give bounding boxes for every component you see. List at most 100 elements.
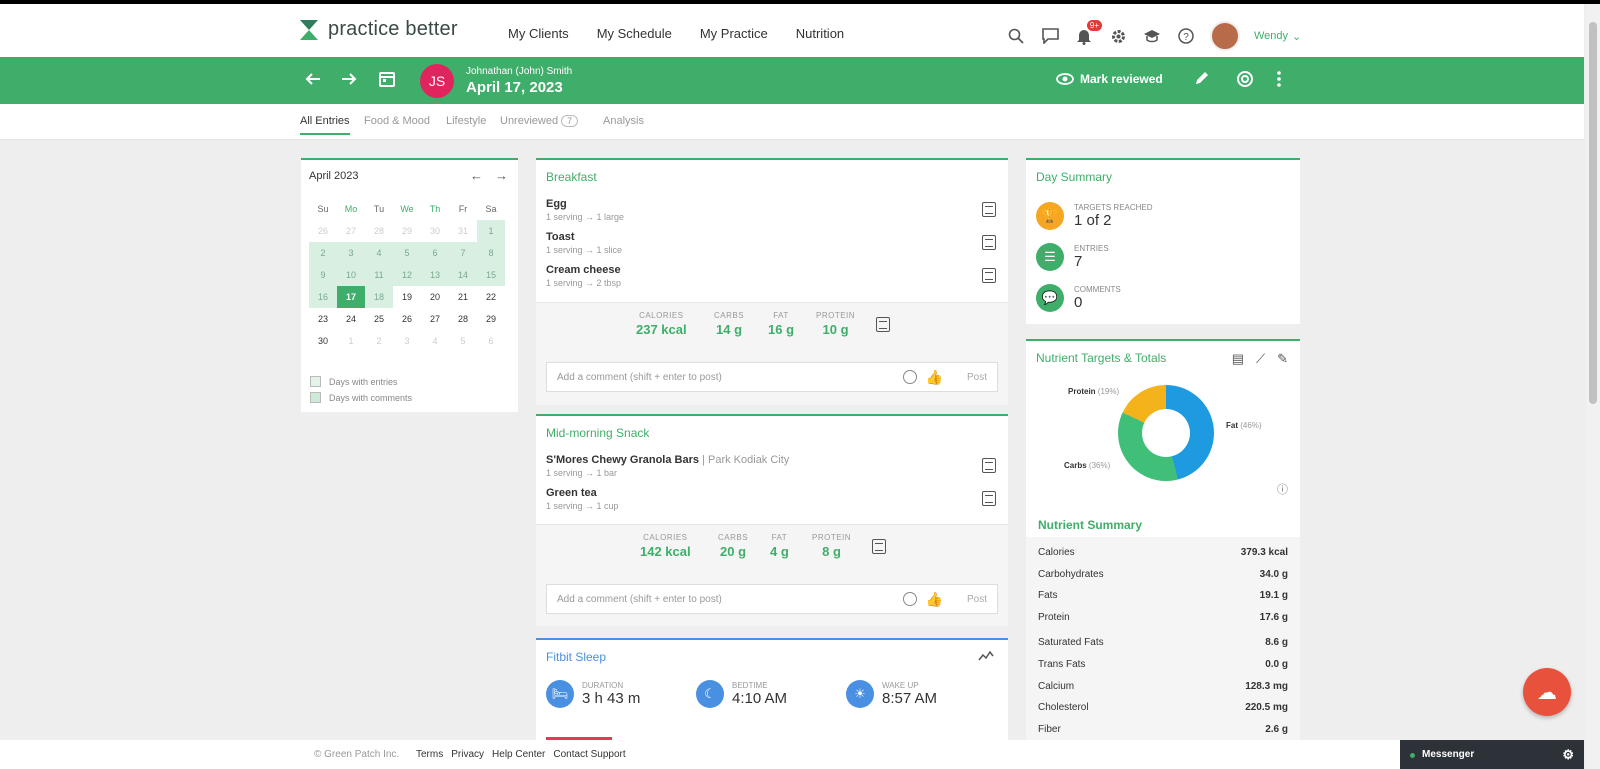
notes-icon[interactable] <box>982 235 996 250</box>
thumbs-up-icon[interactable]: 👍 <box>926 369 943 386</box>
calendar-day[interactable]: 19 <box>393 286 421 308</box>
food-item[interactable]: Egg 1 serving → 1 large <box>546 198 996 222</box>
calendar-day[interactable]: 6 <box>421 242 449 264</box>
nav-nutrition[interactable]: Nutrition <box>796 26 844 41</box>
calendar-day[interactable]: 1 <box>337 330 365 352</box>
calendar-day[interactable]: 2 <box>309 242 337 264</box>
more-vert-icon[interactable] <box>1276 70 1296 90</box>
comment-input[interactable]: Add a comment (shift + enter to post) 👍 … <box>546 584 998 614</box>
notes-icon[interactable] <box>982 268 996 283</box>
calendar-icon[interactable] <box>379 70 399 90</box>
calendar-day[interactable]: 12 <box>393 264 421 286</box>
calendar-day[interactable]: 3 <box>337 242 365 264</box>
calendar-day[interactable]: 29 <box>393 220 421 242</box>
calendar-day[interactable]: 4 <box>421 330 449 352</box>
bell-icon[interactable]: 9+ <box>1074 20 1102 46</box>
notes-icon[interactable] <box>872 539 886 554</box>
scrollbar[interactable] <box>1586 4 1600 769</box>
calendar-day[interactable]: 27 <box>337 220 365 242</box>
calendar-day[interactable]: 30 <box>421 220 449 242</box>
calendar-day[interactable]: 13 <box>421 264 449 286</box>
trend-icon[interactable]: ⟋ <box>1256 351 1265 367</box>
graduation-cap-icon[interactable] <box>1142 26 1162 46</box>
calendar-day[interactable]: 16 <box>309 286 337 308</box>
calendar-day[interactable]: 4 <box>365 242 393 264</box>
target-icon[interactable] <box>1236 70 1256 90</box>
list-icon[interactable]: ▤ <box>1232 351 1244 367</box>
calendar-day[interactable]: 29 <box>477 308 505 330</box>
emoji-icon[interactable] <box>903 370 917 384</box>
footer-link-privacy[interactable]: Privacy <box>451 749 484 760</box>
thumbs-up-icon[interactable]: 👍 <box>926 591 943 608</box>
cloud-upload-icon[interactable]: ☁ <box>1523 668 1571 716</box>
calendar-day[interactable]: 23 <box>309 308 337 330</box>
calendar-day[interactable]: 1 <box>477 220 505 242</box>
nav-my-clients[interactable]: My Clients <box>508 26 569 41</box>
calendar-day[interactable]: 21 <box>449 286 477 308</box>
client-avatar[interactable]: JS <box>420 64 454 98</box>
comment-input[interactable]: Add a comment (shift + enter to post) 👍 … <box>546 362 998 392</box>
calendar-day[interactable]: 2 <box>365 330 393 352</box>
calendar-day[interactable]: 17 <box>337 286 365 308</box>
calendar-day[interactable]: 24 <box>337 308 365 330</box>
trend-icon[interactable] <box>978 650 994 665</box>
tab-lifestyle[interactable]: Lifestyle <box>446 115 486 127</box>
calendar-day[interactable]: 28 <box>449 308 477 330</box>
client-name[interactable]: Johnathan (John) Smith <box>466 66 572 77</box>
calendar-day[interactable]: 20 <box>421 286 449 308</box>
chat-icon[interactable] <box>1040 26 1060 46</box>
calendar-day[interactable]: 15 <box>477 264 505 286</box>
food-item[interactable]: Green tea 1 serving → 1 cup <box>546 487 996 511</box>
prev-month-icon[interactable]: ← <box>470 168 483 183</box>
tab-analysis[interactable]: Analysis <box>603 115 644 127</box>
food-item[interactable]: S'Mores Chewy Granola Bars | Park Kodiak… <box>546 454 996 478</box>
tab-food-mood[interactable]: Food & Mood <box>364 115 430 127</box>
next-month-icon[interactable]: → <box>495 168 508 183</box>
calendar-day[interactable]: 5 <box>449 330 477 352</box>
messenger-bar[interactable]: Messenger ⚙ <box>1400 740 1584 769</box>
calendar-day[interactable]: 28 <box>365 220 393 242</box>
calendar-day[interactable]: 26 <box>309 220 337 242</box>
pencil-icon[interactable] <box>1194 70 1214 90</box>
calendar-day[interactable]: 11 <box>365 264 393 286</box>
arrow-left-icon[interactable] <box>304 70 324 90</box>
calendar-day[interactable]: 6 <box>477 330 505 352</box>
food-item[interactable]: Toast 1 serving → 1 slice <box>546 231 996 255</box>
notes-icon[interactable] <box>876 317 890 332</box>
calendar-day[interactable]: 30 <box>309 330 337 352</box>
calendar-day[interactable]: 9 <box>309 264 337 286</box>
footer-link-help[interactable]: Help Center <box>492 749 545 760</box>
user-menu[interactable]: Wendy ⌄ <box>1254 30 1301 43</box>
nav-my-schedule[interactable]: My Schedule <box>597 26 672 41</box>
calendar-day[interactable]: 5 <box>393 242 421 264</box>
gear-icon[interactable] <box>1108 26 1128 46</box>
calendar-day[interactable]: 8 <box>477 242 505 264</box>
post-button[interactable]: Post <box>967 594 987 605</box>
arrow-right-icon[interactable] <box>340 70 360 90</box>
calendar-day[interactable]: 25 <box>365 308 393 330</box>
calendar-day[interactable]: 14 <box>449 264 477 286</box>
notes-icon[interactable] <box>982 202 996 217</box>
notes-icon[interactable] <box>982 458 996 473</box>
avatar[interactable] <box>1210 21 1240 51</box>
calendar-day[interactable]: 26 <box>393 308 421 330</box>
calendar-day[interactable]: 10 <box>337 264 365 286</box>
calendar-day[interactable]: 18 <box>365 286 393 308</box>
emoji-icon[interactable] <box>903 592 917 606</box>
tab-unreviewed[interactable]: Unreviewed 7 <box>500 115 579 127</box>
mark-reviewed-button[interactable]: Mark reviewed <box>1056 72 1163 86</box>
help-icon[interactable]: ⓘ <box>1277 481 1288 497</box>
help-icon[interactable]: ? <box>1176 26 1196 46</box>
search-icon[interactable] <box>1006 26 1026 46</box>
logo[interactable]: practice better <box>300 18 458 41</box>
pencil-icon[interactable]: ✎ <box>1277 351 1288 367</box>
footer-link-support[interactable]: Contact Support <box>553 749 625 760</box>
post-button[interactable]: Post <box>967 372 987 383</box>
gear-icon[interactable]: ⚙ <box>1562 747 1574 763</box>
calendar-day[interactable]: 31 <box>449 220 477 242</box>
food-item[interactable]: Cream cheese 1 serving → 2 tbsp <box>546 264 996 288</box>
scrollbar-thumb[interactable] <box>1589 22 1597 404</box>
footer-link-terms[interactable]: Terms <box>416 749 443 760</box>
calendar-day[interactable]: 22 <box>477 286 505 308</box>
notes-icon[interactable] <box>982 491 996 506</box>
